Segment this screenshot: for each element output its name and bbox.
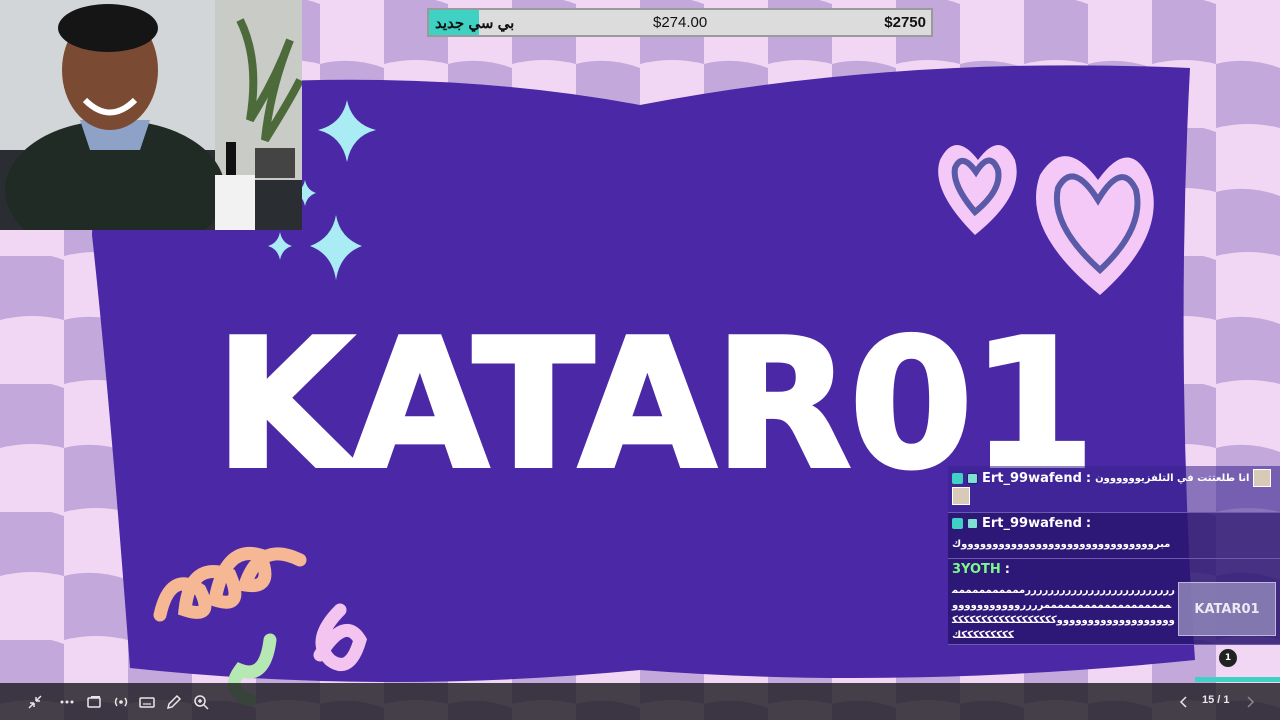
more-icon[interactable] [58,693,76,711]
banner-title: KATAR01 [213,299,1097,510]
chat-separator: : [1085,516,1092,531]
chat-message: Ert_99wafend : مبروووووووووووووووووووووو… [948,513,1280,559]
chat-preview-thumbnail[interactable]: KATAR01 [1178,582,1276,636]
chat-text: مبروووووووووووووووووووووووووووووووك [952,539,1171,550]
goal-label: بي سي جديد [435,15,515,32]
chat-separator: : [1085,470,1092,486]
webcam-feed [0,0,302,230]
player-toolbar: 15 / 1 [0,683,1280,720]
webcam-image [0,0,302,230]
emote-icon [1253,469,1272,487]
zoom-icon[interactable] [192,693,210,711]
donation-goal-bar: بي سي جديد $274.00 $2750 [427,8,933,37]
chat-username: 3YOTH [952,562,1001,577]
exit-fullscreen-icon[interactable] [26,693,44,711]
chat-text: انا طلعتتت في التلفزيوووووون [1095,472,1250,484]
screen-icon[interactable] [85,693,103,711]
goal-current-amount: $274.00 [653,14,708,31]
emote-icon [952,487,970,505]
keyboard-icon[interactable] [138,693,156,711]
pen-icon[interactable] [165,693,183,711]
progress-strip [1195,677,1280,682]
unread-count-badge: 1 [1219,649,1237,667]
chat-username: Ert_99wafend [982,470,1082,486]
chat-username: Ert_99wafend [982,516,1082,531]
badge-icon [967,518,978,529]
broadcast-icon[interactable] [112,693,130,711]
badge-icon [952,472,963,484]
chat-message: Ert_99wafend : انا طلعتتت في التلفزيوووو… [948,466,1280,513]
badge-icon [967,472,978,484]
page-indicator: 15 / 1 [1202,694,1230,706]
chevron-left-icon[interactable] [1175,693,1193,711]
goal-target-amount: $2750 [884,14,926,31]
chat-text: ررررررررررررررررررررررررررمممممممممممممم… [952,585,1175,641]
badge-icon [952,518,963,529]
chat-separator: : [1004,562,1010,577]
chevron-right-icon[interactable] [1241,693,1259,711]
